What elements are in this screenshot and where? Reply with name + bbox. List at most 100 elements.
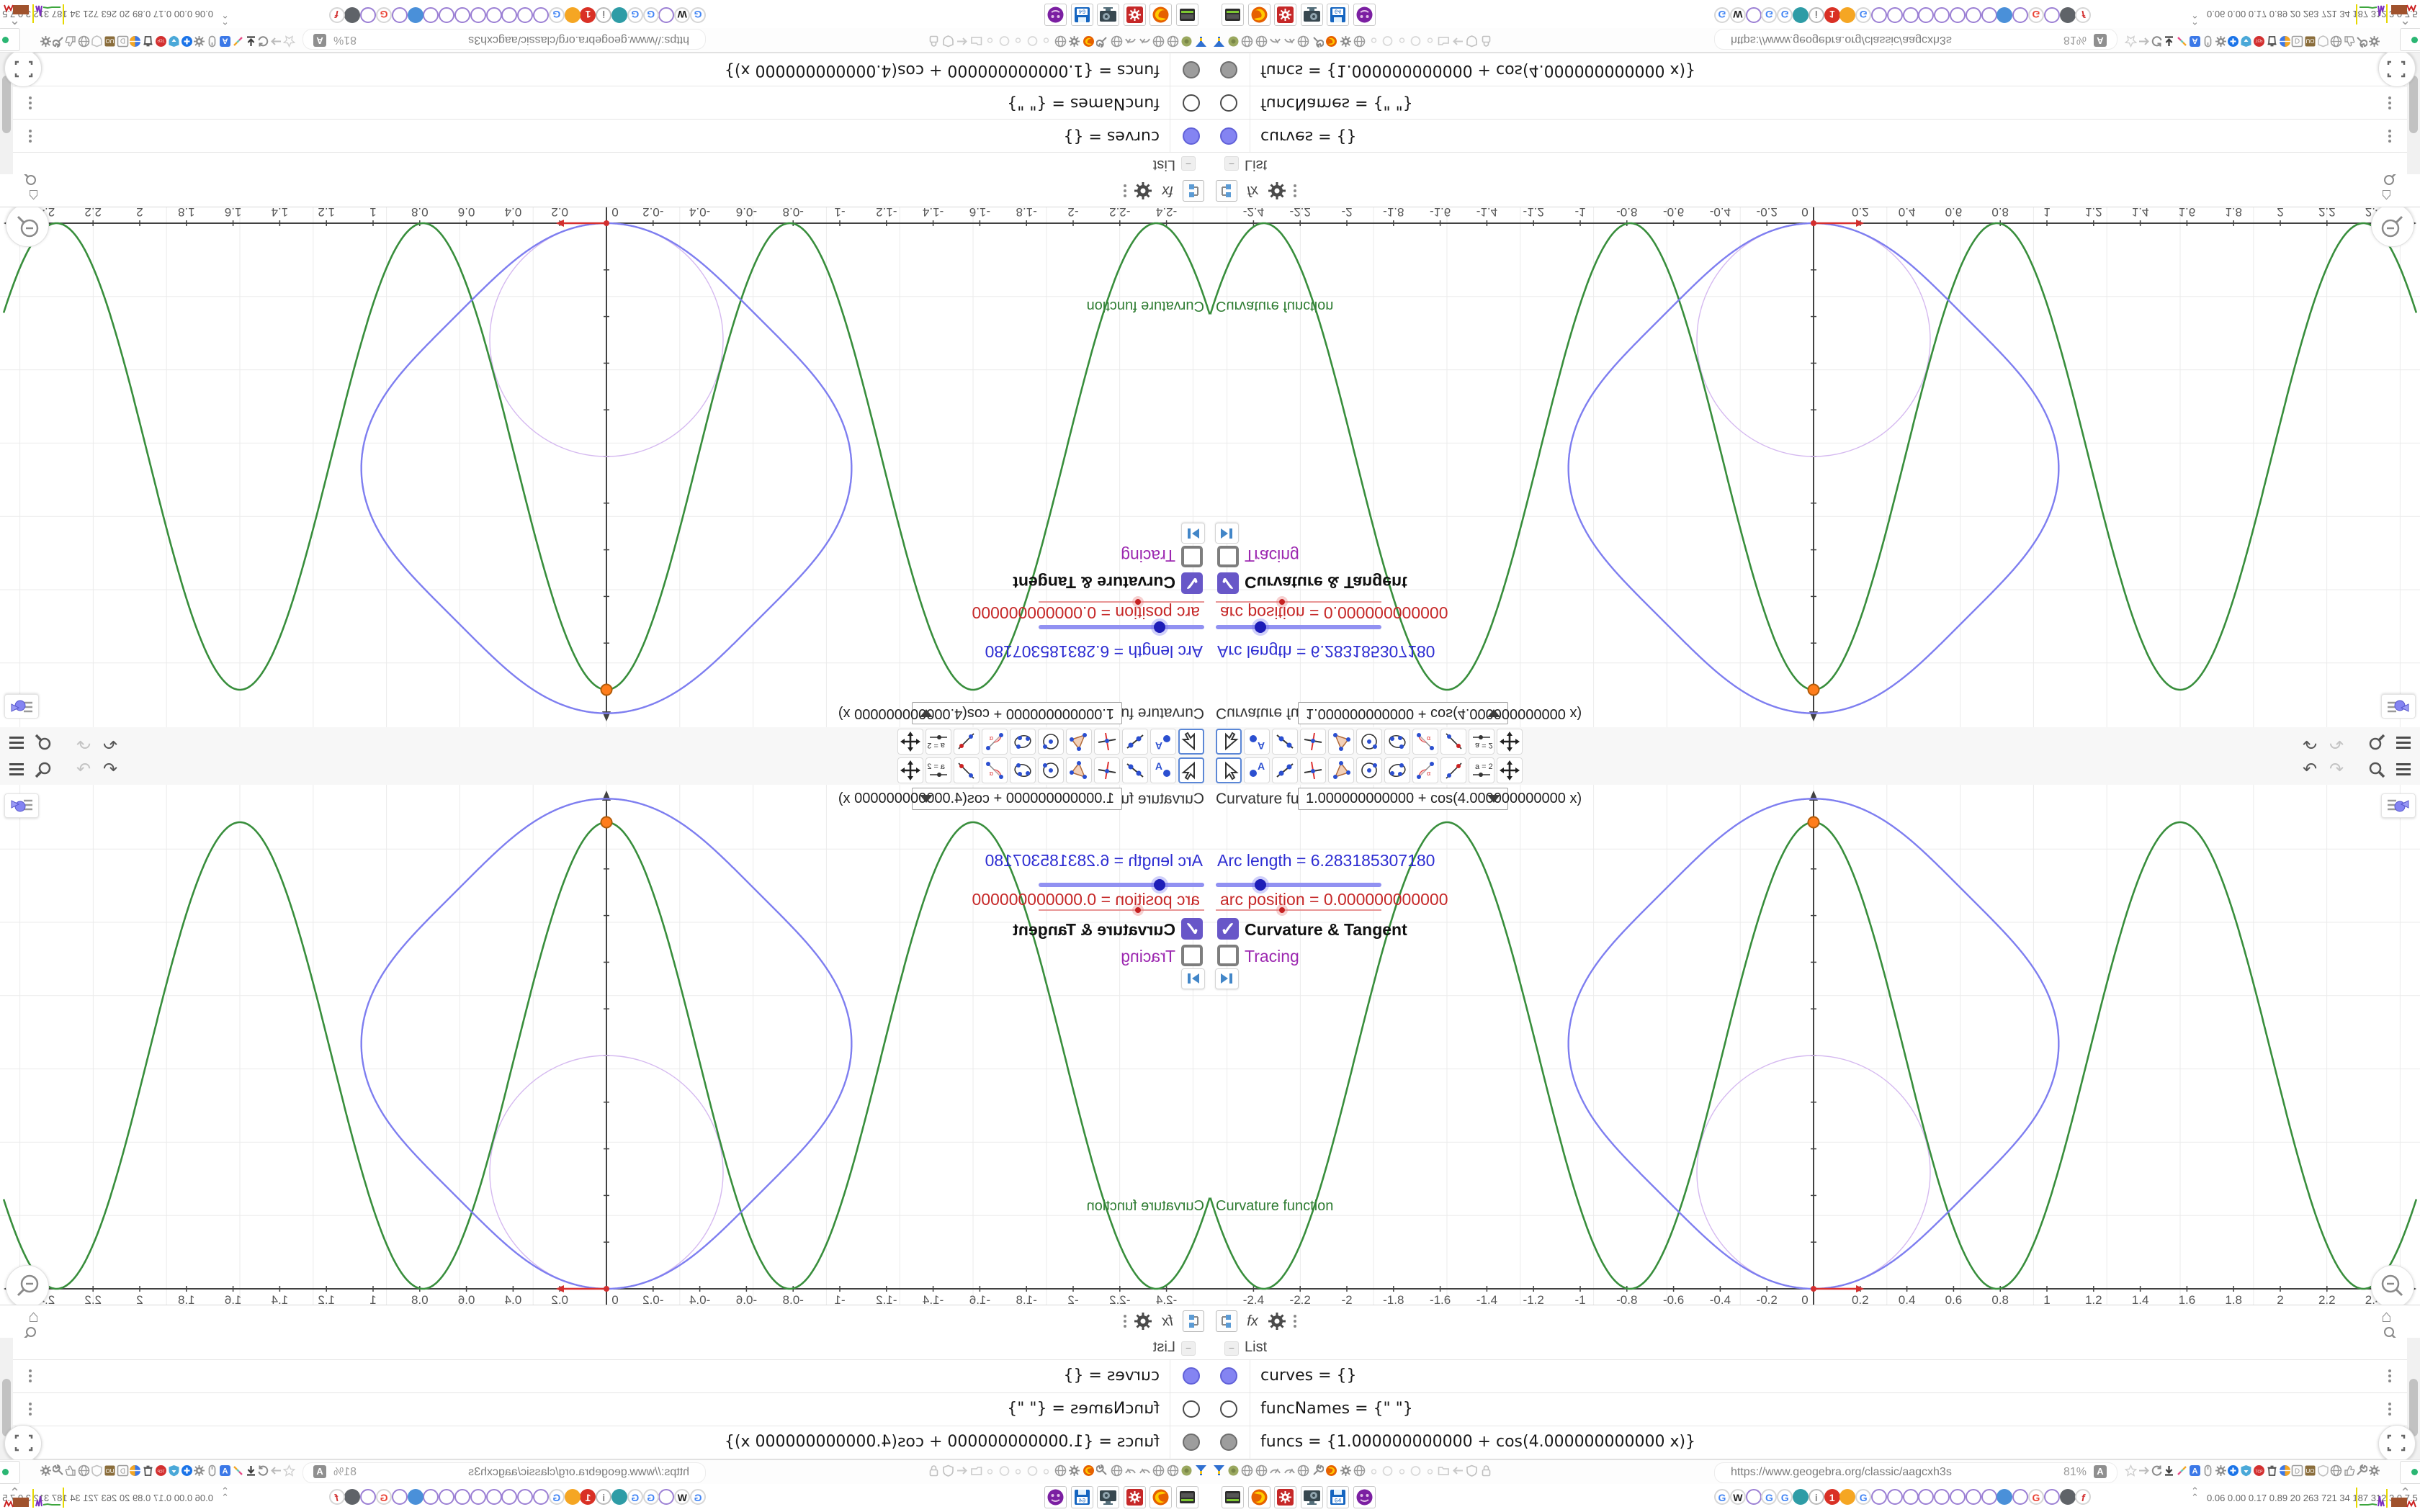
arrow-right-icon[interactable] <box>2138 1464 2150 1477</box>
graphics-stylebar-toggle[interactable] <box>4 694 39 719</box>
favicon-tab[interactable] <box>611 1489 627 1505</box>
list-item-funcs[interactable]: funcs = {1.000000000000 + cos(4.00000000… <box>1210 1426 2407 1459</box>
function-dropdown[interactable]: 1.000000000000 + cos(4.000000000000 x) <box>1298 702 1582 724</box>
sort-by-icon[interactable] <box>1183 180 1204 202</box>
arrow-left-icon[interactable] <box>956 35 969 48</box>
favicon-tab[interactable] <box>454 1489 470 1505</box>
box-d-icon[interactable]: D <box>2291 35 2303 48</box>
curvature-tangent-checkbox[interactable]: ✓ <box>1217 572 1239 594</box>
dot-faint-icon[interactable] <box>1041 1464 1053 1477</box>
red-badge-icon[interactable]: TCP <box>2253 35 2265 48</box>
gear-icon[interactable] <box>2368 35 2380 48</box>
list-item-funcnames[interactable]: funcNames = {" "} <box>13 1392 1210 1426</box>
shield-down-icon[interactable] <box>168 35 180 48</box>
wrench-icon[interactable] <box>1096 1464 1109 1477</box>
circle-faint-icon[interactable] <box>1410 35 1422 48</box>
translate-icon[interactable]: A <box>2094 34 2107 47</box>
favicon-tab[interactable] <box>2059 7 2076 23</box>
more-options-icon[interactable] <box>1121 184 1129 199</box>
red-badge-icon[interactable]: TCP <box>155 1464 167 1477</box>
trash-icon[interactable] <box>2266 1464 2278 1477</box>
trash-icon[interactable] <box>142 35 154 48</box>
favicon-tab[interactable]: 1 <box>1824 7 1840 23</box>
tool-point[interactable]: A <box>1150 757 1176 783</box>
favicon-tab[interactable]: i <box>596 1489 612 1505</box>
list-item-funcnames[interactable]: funcNames = {" "} <box>1210 1392 2407 1426</box>
favicon-tab[interactable] <box>533 1489 549 1505</box>
favicon-tab[interactable]: W <box>1729 1489 1746 1505</box>
arc-position-slider[interactable] <box>1039 909 1204 911</box>
favicon-tab[interactable]: G <box>642 7 659 23</box>
box-d-icon[interactable]: D <box>2291 1464 2303 1477</box>
graphics-stylebar-toggle[interactable] <box>4 793 39 818</box>
favicon-tab[interactable] <box>1918 1489 1935 1505</box>
favicon-tab[interactable] <box>1886 7 1903 23</box>
shield-icon[interactable] <box>1466 35 1478 48</box>
ublock-icon[interactable]: UO <box>2304 35 2316 48</box>
visibility-marble[interactable] <box>1220 94 1237 112</box>
favicon-tab[interactable] <box>1996 1489 2013 1505</box>
favicon-tab[interactable]: G <box>376 1489 392 1505</box>
globe-icon[interactable] <box>1111 35 1123 48</box>
mouse-icon[interactable] <box>206 1464 218 1477</box>
circle-faint-icon[interactable] <box>998 35 1010 48</box>
favicon-tab[interactable] <box>360 1489 377 1505</box>
menu-icon[interactable] <box>2393 760 2414 780</box>
translate-icon[interactable]: A <box>2094 1465 2107 1478</box>
funnel-icon[interactable] <box>1213 1464 1225 1477</box>
tool-line[interactable] <box>1272 729 1298 755</box>
collapse-button[interactable]: − <box>1181 156 1196 171</box>
favicon-tab[interactable] <box>501 1489 518 1505</box>
function-dropdown[interactable]: 1.000000000000 + cos(4.000000000000 x) <box>838 788 1122 810</box>
redo-button[interactable]: ↷ <box>73 760 94 780</box>
favicon-tab[interactable]: G <box>548 1489 565 1505</box>
globe-icon[interactable] <box>2330 35 2342 48</box>
tool-circle-center-point[interactable] <box>1356 729 1382 755</box>
tool-perpendicular-line[interactable] <box>1094 757 1120 783</box>
graphics-view[interactable]: -2.4 -2.2 -2 -1.8 -1.6 -1.4 -1.2 -1 -0.8 -0.6 -0.4… <box>0 204 1210 727</box>
funnel-icon[interactable] <box>1195 1464 1207 1477</box>
fullscreen-button[interactable] <box>4 1425 42 1462</box>
globe-icon[interactable] <box>1255 1464 1268 1477</box>
translate-icon[interactable]: A <box>219 35 231 48</box>
tray-indicator[interactable] <box>0 1461 20 1484</box>
visibility-marble[interactable] <box>1183 94 1200 112</box>
favicon-tab[interactable] <box>1793 7 1809 23</box>
tool-polygon[interactable] <box>1328 729 1354 755</box>
dot-faint-icon[interactable] <box>1368 35 1380 48</box>
auxiliary-objects-icon[interactable]: fx <box>1242 1310 1263 1332</box>
shield-icon[interactable] <box>1466 1464 1478 1477</box>
collapse-button[interactable]: − <box>1181 1341 1196 1356</box>
globe-color-icon[interactable] <box>129 1464 141 1477</box>
tool-slider[interactable]: a = 2 <box>926 729 951 755</box>
tray-indicator[interactable] <box>0 28 20 51</box>
tool-reflect-about-line[interactable] <box>1440 757 1466 783</box>
gear-icon[interactable] <box>1266 1310 1288 1332</box>
list-item-curves[interactable]: curves = {} <box>13 1359 1210 1393</box>
more-options-icon[interactable] <box>1291 1313 1299 1328</box>
arrow-right-icon[interactable] <box>270 35 282 48</box>
download-icon[interactable] <box>2163 35 2175 48</box>
pencil-icon[interactable] <box>2176 35 2188 48</box>
translate-icon[interactable]: A <box>313 34 326 47</box>
shield-down-icon[interactable] <box>2240 1464 2252 1477</box>
globe-icon[interactable] <box>1153 1464 1165 1477</box>
folder-icon[interactable] <box>1438 35 1450 48</box>
camera-icon[interactable] <box>1227 35 1240 48</box>
favicon-tab[interactable]: f <box>328 1489 345 1505</box>
function-dropdown[interactable]: 1.000000000000 + cos(4.000000000000 x) <box>838 702 1122 724</box>
favicon-tab[interactable]: f <box>2075 7 2092 23</box>
tool-angle[interactable]: α <box>1412 757 1438 783</box>
favicon-tab[interactable] <box>1871 1489 1887 1505</box>
graphics-view[interactable]: -2.4 -2.2 -2 -1.8 -1.6 -1.4 -1.2 -1 -0.8 -0.6 -0.4… <box>1210 785 2420 1308</box>
favicon-tab[interactable] <box>2012 7 2029 23</box>
list-item-funcnames[interactable]: funcNames = {" "} <box>13 86 1210 120</box>
home-icon[interactable]: ⌂ <box>2381 1307 2392 1327</box>
favicon-tab[interactable]: G <box>1714 1489 1730 1505</box>
favicon-tab[interactable] <box>1902 7 1919 23</box>
tool-ellipse[interactable] <box>1384 757 1410 783</box>
favicon-tab[interactable]: G <box>627 1489 643 1505</box>
arrow-right-icon[interactable] <box>2138 35 2150 48</box>
arc-position-slider[interactable] <box>1216 909 1381 911</box>
visibility-marble[interactable] <box>1220 61 1237 78</box>
